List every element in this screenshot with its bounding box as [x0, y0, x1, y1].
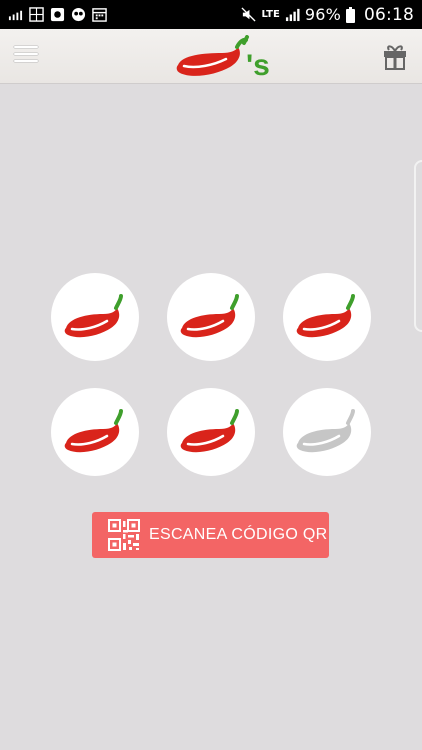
scan-qr-label: ESCANEA CÓDIGO QR	[149, 526, 328, 543]
battery-icon	[346, 6, 355, 23]
notification-icons	[8, 7, 107, 22]
pepper-inactive-icon	[296, 409, 355, 453]
pepper-active-icon	[180, 294, 239, 338]
pepper-body	[296, 308, 352, 338]
qr-code-icon	[108, 519, 140, 551]
reward-stamp-4	[51, 388, 139, 476]
pepper-active-icon	[180, 409, 239, 453]
calculator-app-icon	[29, 7, 44, 22]
calendar-app-icon	[92, 8, 107, 22]
hamburger-icon-line	[14, 53, 38, 55]
reward-stamp-3	[283, 273, 371, 361]
gift-icon[interactable]	[382, 42, 408, 70]
pepper-body	[64, 423, 120, 453]
pepper-stem	[230, 294, 239, 310]
hamburger-icon-line	[14, 60, 38, 62]
battery-percent: 96%	[304, 5, 341, 24]
network-type-label: LTE	[261, 9, 280, 20]
app-bar: 's	[0, 29, 422, 84]
system-status: LTE 96% 06:18	[241, 5, 414, 25]
edge-panel-handle[interactable]	[414, 160, 422, 332]
pepper-body	[180, 308, 236, 338]
cell-signal-icon	[285, 8, 300, 22]
pepper-stem	[346, 294, 355, 310]
scan-qr-button[interactable]: ESCANEA CÓDIGO QR	[92, 512, 329, 558]
pepper-active-icon	[64, 409, 123, 453]
reward-stamp-6	[283, 388, 371, 476]
pepper-body	[296, 423, 352, 453]
pepper-body	[64, 308, 120, 338]
pepper-stem	[230, 409, 239, 425]
pepper-stem	[114, 409, 123, 425]
logo-apostrophe-s: 's	[246, 49, 270, 81]
pepper-active-icon	[296, 294, 355, 338]
hamburger-icon-line	[14, 46, 38, 48]
chilis-logo: 's	[176, 35, 270, 81]
pepper-active-icon	[64, 294, 123, 338]
pepper-stem	[114, 294, 123, 310]
owl-app-icon	[71, 7, 86, 22]
pepper-body	[180, 423, 236, 453]
clock-time: 06:18	[364, 4, 414, 25]
status-bar: LTE 96% 06:18	[0, 0, 422, 29]
reward-stamp-5	[167, 388, 255, 476]
mute-icon	[241, 7, 257, 22]
signal-bars-small-icon	[8, 10, 23, 21]
pepper-stem	[346, 409, 355, 425]
reward-stamp-1	[51, 273, 139, 361]
reward-stamp-2	[167, 273, 255, 361]
menu-button[interactable]	[14, 46, 38, 66]
gallery-app-icon	[50, 7, 65, 22]
